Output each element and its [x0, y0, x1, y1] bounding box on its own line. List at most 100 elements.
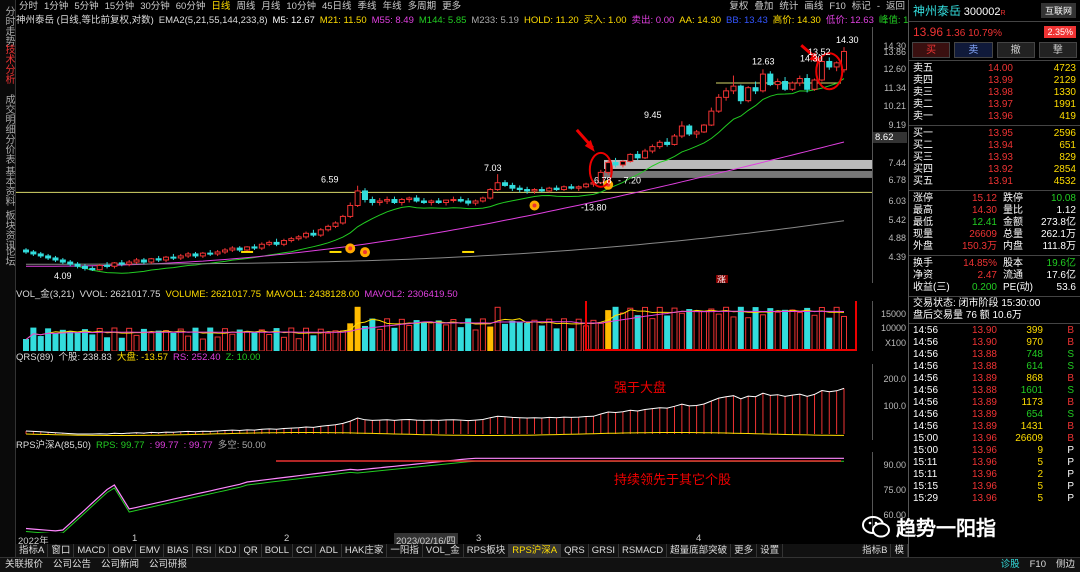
left-tab-5[interactable]: 板块资讯: [2, 210, 14, 250]
tool-0[interactable]: 复权: [726, 0, 751, 14]
volume-bar-12: [111, 327, 118, 351]
period-2[interactable]: 5分钟: [71, 0, 101, 14]
indicator-tab-2[interactable]: MACD: [74, 544, 110, 557]
volleg-item-4: MAVOL2: 2306419.50: [364, 289, 458, 300]
period-1[interactable]: 1分钟: [41, 0, 71, 14]
indicator-tab-8[interactable]: QR: [240, 544, 262, 557]
watermark-text: 趋势一阳指: [896, 518, 996, 540]
signal-marker-2: [529, 200, 540, 211]
candle-body-107: [811, 79, 818, 90]
indicator-tab-11[interactable]: ADL: [316, 544, 342, 557]
indicator-tab-0[interactable]: 指标A: [16, 544, 49, 557]
left-tab-0[interactable]: 分时走势: [2, 6, 14, 46]
indicator-tab-19[interactable]: RSMACD: [619, 544, 668, 557]
trade-button-1[interactable]: 卖: [954, 42, 993, 58]
tool-5[interactable]: 标记: [849, 0, 874, 14]
tool-2[interactable]: 统计: [776, 0, 801, 14]
tool-7[interactable]: 返回: [883, 0, 908, 14]
rps-chart[interactable]: 持续领先于其它个股: [16, 452, 872, 533]
status-link-3[interactable]: 公司研报: [144, 558, 192, 572]
candle-body-55: [428, 200, 435, 203]
indicator-tab-21[interactable]: 更多: [731, 544, 758, 557]
label-12-63: 12.63: [752, 56, 775, 66]
indicator-tab-16[interactable]: RPS沪深A: [509, 544, 562, 557]
period-0[interactable]: 分时: [16, 0, 41, 14]
tool-3[interactable]: 画线: [801, 0, 826, 14]
tick-row-6: 14:56 13.89 1173 B: [913, 397, 1076, 409]
stat-k2-2: 金额: [1003, 217, 1023, 228]
tick-row-12: 15:11 13.96 2 P: [913, 469, 1076, 481]
indicator-tab-22[interactable]: 设置: [757, 544, 784, 557]
indicator-tab-6[interactable]: RSI: [193, 544, 216, 557]
price-candlestick-chart[interactable]: 4.096.597.036.78- 7.20-13.809.4512.6313.…: [16, 27, 872, 283]
indicator-tab-17[interactable]: QRS: [561, 544, 589, 557]
period-7[interactable]: 周线: [233, 0, 258, 14]
indicator-tab-10[interactable]: CCI: [293, 544, 317, 557]
label-13-80: -13.80: [581, 202, 607, 212]
qrs-chart[interactable]: 强于大盘: [16, 364, 872, 440]
legend1-item-4: M55: 8.49: [371, 15, 414, 26]
indicator-tab-13[interactable]: 一阳指: [387, 544, 423, 557]
stat-v2-4: 111.8万: [1042, 241, 1076, 252]
indicator-tab-18[interactable]: GRSI: [589, 544, 619, 557]
volume-bar-15: [133, 334, 140, 351]
volume-bar-53: [413, 320, 420, 351]
volume-bar-56: [435, 320, 442, 351]
candle-body-28: [229, 247, 236, 251]
status-right-0[interactable]: 诊股: [996, 558, 1025, 572]
candle-body-100: [759, 73, 766, 92]
period-12[interactable]: 年线: [380, 0, 405, 14]
indicator-tab-1[interactable]: 窗口: [48, 544, 75, 557]
tick-time-14: 15:29: [913, 493, 939, 504]
indicator-tab-14[interactable]: VOL_金: [423, 544, 464, 557]
indicator-right-0[interactable]: 指标B: [859, 544, 892, 557]
period-11[interactable]: 季线: [355, 0, 380, 14]
period-14[interactable]: 更多: [439, 0, 464, 14]
left-tab-1[interactable]: 技术分析: [2, 44, 14, 84]
volume-y-axis: 15000 10000 X100: [872, 301, 908, 351]
tick-time-3: 14:56: [913, 361, 939, 372]
volume-bar-72: [553, 328, 560, 351]
vol-tick-0: 15000: [880, 309, 906, 319]
indicator-right-1[interactable]: 模: [891, 544, 908, 557]
volume-bar-6: [67, 330, 74, 351]
status-link-1[interactable]: 公司公告: [48, 558, 96, 572]
period-9[interactable]: 10分钟: [283, 0, 319, 14]
period-6[interactable]: 日线: [208, 0, 233, 14]
status-right-1[interactable]: F10: [1025, 558, 1051, 572]
left-tab-2[interactable]: 成交明细: [2, 94, 14, 134]
pct-badge: 2.35%: [1044, 26, 1076, 38]
volume-bar-54: [420, 322, 427, 351]
legend1-item-6: M233: 5.19: [471, 15, 519, 26]
status-link-2[interactable]: 公司新闻: [96, 558, 144, 572]
sector-badge[interactable]: 互联网: [1040, 3, 1076, 18]
indicator-tab-7[interactable]: KDJ: [216, 544, 241, 557]
left-tab-6[interactable]: 论坛: [2, 246, 14, 266]
indicator-tab-15[interactable]: RPS板块: [464, 544, 510, 557]
indicator-tab-20[interactable]: 超量底部突破: [667, 544, 732, 557]
status-link-0[interactable]: 关联报价: [0, 558, 48, 572]
period-4[interactable]: 30分钟: [137, 0, 173, 14]
tool-6[interactable]: -: [874, 0, 883, 14]
trade-button-2[interactable]: 撤: [996, 42, 1035, 58]
period-5[interactable]: 60分钟: [173, 0, 209, 14]
indicator-tab-12[interactable]: HAK庄家: [342, 544, 388, 557]
period-3[interactable]: 15分钟: [102, 0, 138, 14]
trade-button-0[interactable]: 买: [912, 42, 951, 58]
tool-1[interactable]: 叠加: [751, 0, 776, 14]
period-10[interactable]: 45日线: [319, 0, 355, 14]
volume-chart[interactable]: [16, 301, 872, 351]
indicator-tab-9[interactable]: BOLL: [262, 544, 293, 557]
indicator-tab-4[interactable]: EMV: [136, 544, 164, 557]
status-right-2[interactable]: 侧边: [1051, 558, 1080, 572]
indicator-tab-5[interactable]: BIAS: [164, 544, 193, 557]
left-tab-3[interactable]: 分价表: [2, 134, 14, 164]
period-13[interactable]: 多周期: [405, 0, 440, 14]
period-8[interactable]: 月线: [258, 0, 283, 14]
tick-time-9: 15:00: [913, 433, 939, 444]
volume-bar-2: [37, 336, 44, 351]
trade-button-3[interactable]: 撃: [1038, 42, 1077, 58]
indicator-tab-3[interactable]: OBV: [109, 544, 137, 557]
left-tab-4[interactable]: 基本资料: [2, 166, 14, 206]
tool-4[interactable]: F10: [826, 0, 848, 14]
